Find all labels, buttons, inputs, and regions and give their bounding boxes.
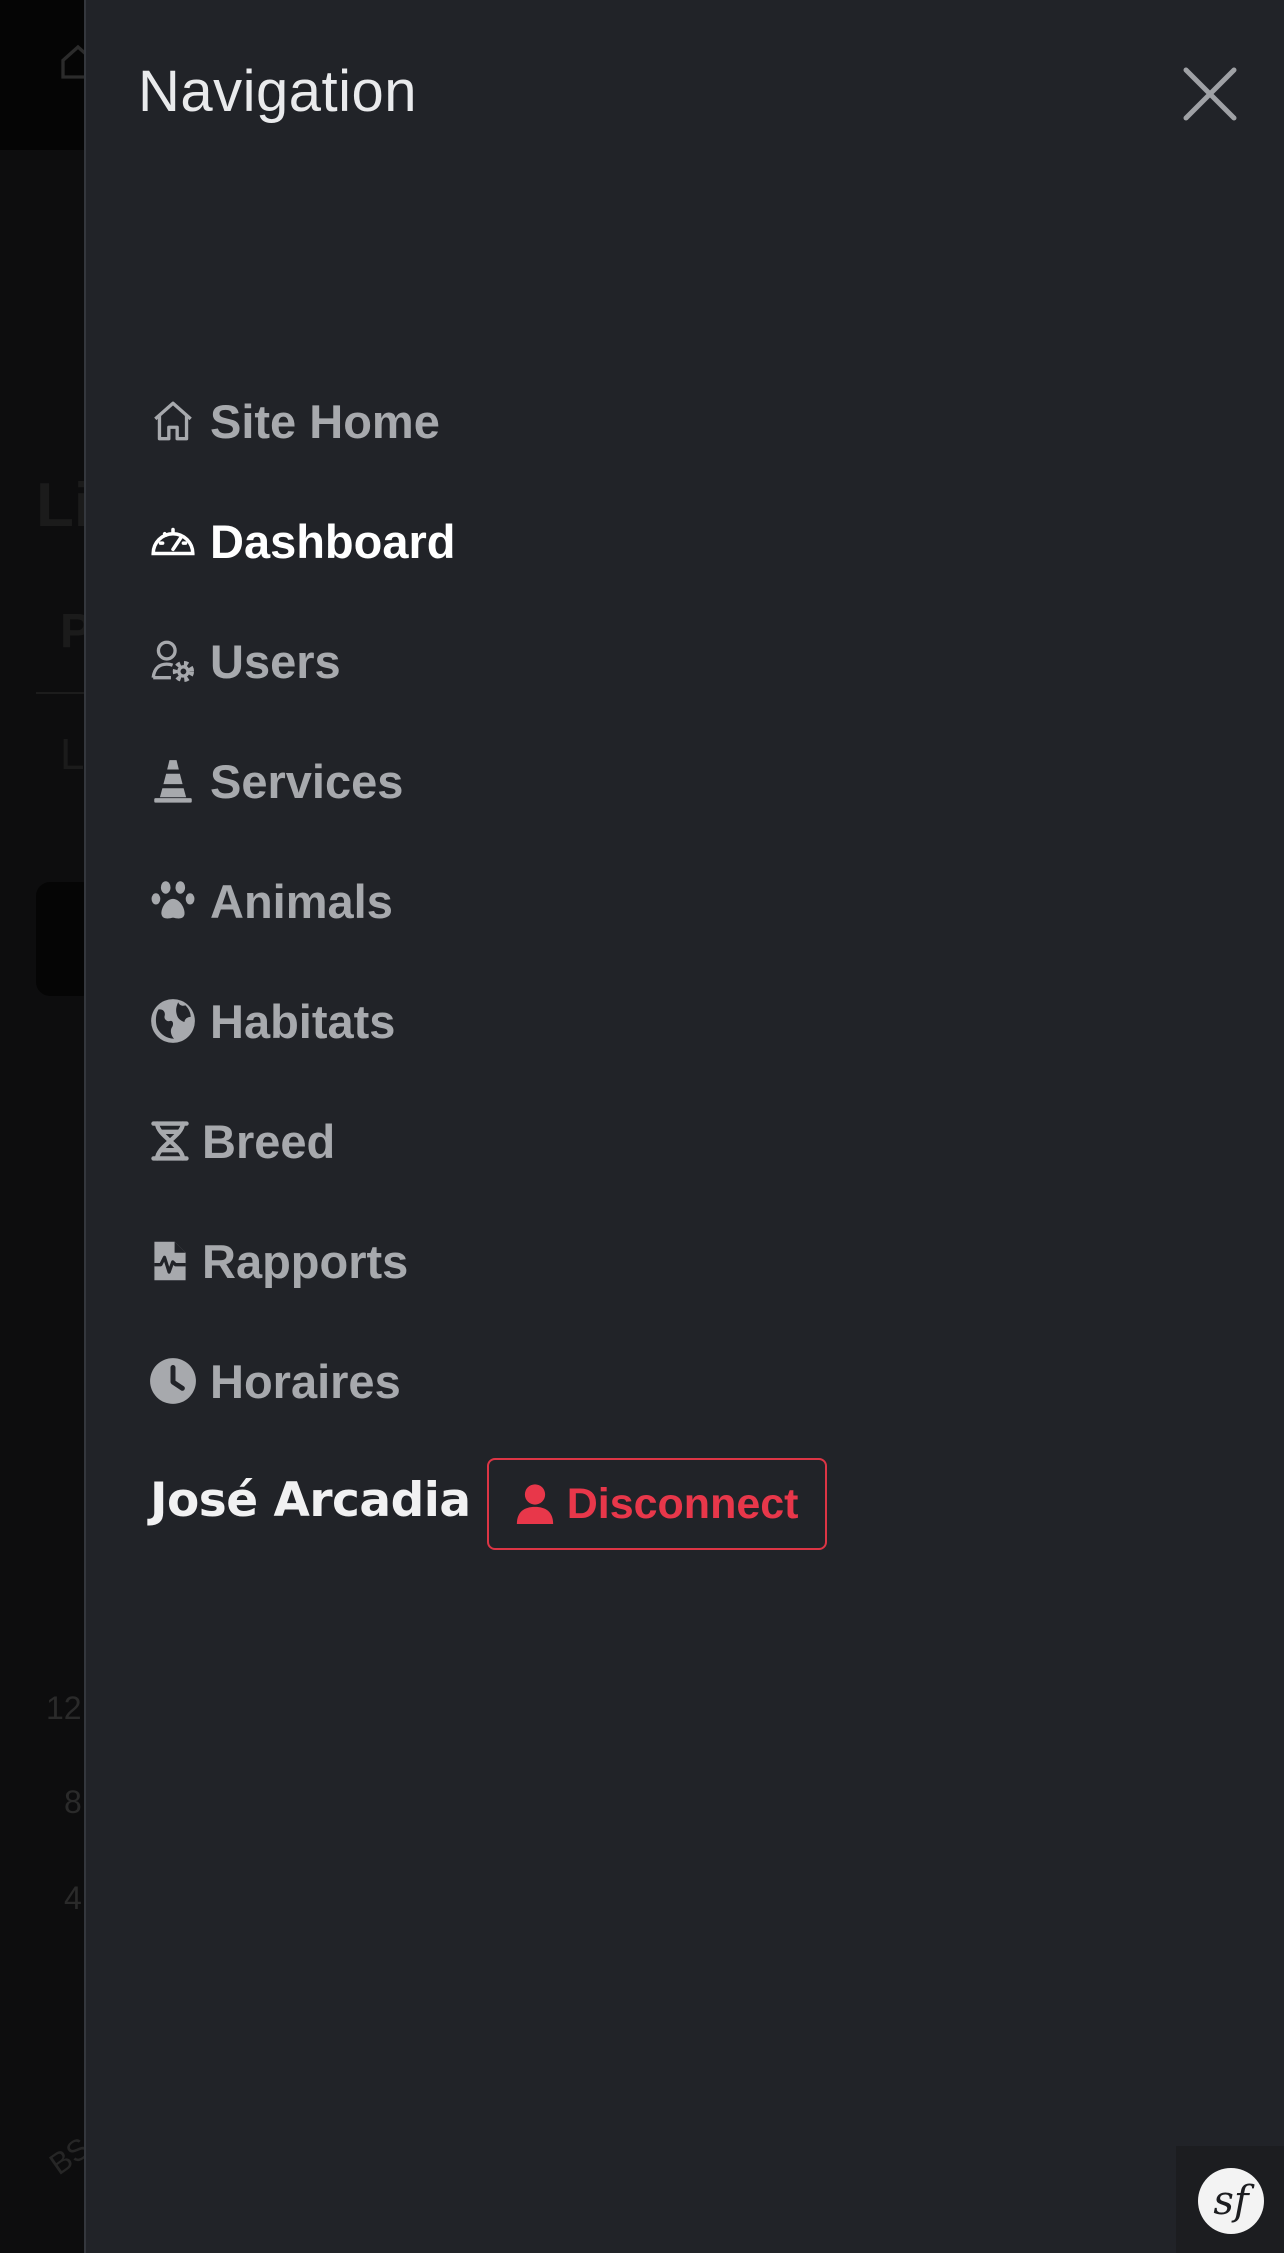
close-icon[interactable]	[1182, 66, 1238, 122]
speedometer-icon	[148, 516, 198, 566]
offcanvas-title: Navigation	[138, 59, 418, 124]
background-tick: 12	[46, 1690, 82, 1726]
nav-item-dashboard[interactable]: Dashboard	[148, 506, 456, 576]
user-row: José Arcadia Disconnect	[150, 1450, 827, 1550]
nav-item-habitats[interactable]: Habitats	[148, 986, 395, 1056]
nav-item-label: Dashboard	[210, 514, 456, 568]
nav-item-breed[interactable]: Breed	[148, 1106, 335, 1176]
background-tick: 4	[64, 1880, 82, 1916]
nav-item-site-home[interactable]: Site Home	[148, 386, 440, 456]
disconnect-button[interactable]: Disconnect	[486, 1458, 827, 1550]
nav-item-horaires[interactable]: Horaires	[148, 1346, 401, 1416]
background-subline: L	[60, 730, 85, 779]
nav-item-label: Services	[210, 754, 404, 808]
navigation-offcanvas: Navigation Site Home Dashboard Users Ser…	[84, 0, 1284, 2253]
nav-item-rapports[interactable]: Rapports	[148, 1226, 408, 1296]
globe-icon	[148, 996, 198, 1046]
person-gear-icon	[148, 636, 198, 686]
nav-item-label: Rapports	[202, 1234, 409, 1288]
paw-icon	[148, 876, 198, 926]
nav-item-label: Users	[210, 634, 341, 688]
symfony-label: sf	[1213, 2178, 1249, 2224]
dna-icon	[148, 1116, 192, 1166]
nav-item-label: Habitats	[210, 994, 396, 1048]
file-medical-icon	[148, 1236, 192, 1286]
background-heading: Li	[36, 471, 92, 540]
page: Li P L 12 8 4 BS Navigation Site Home Da…	[0, 0, 1284, 2253]
nav-item-animals[interactable]: Animals	[148, 866, 393, 936]
symfony-debug-toolbar-toggle[interactable]: sf	[1176, 2146, 1284, 2253]
nav-item-label: Animals	[210, 874, 393, 928]
house-icon	[148, 396, 198, 446]
symfony-icon: sf	[1198, 2168, 1264, 2234]
disconnect-label: Disconnect	[566, 1479, 799, 1528]
nav-item-label: Site Home	[210, 394, 440, 448]
person-icon	[516, 1484, 553, 1525]
nav-item-users[interactable]: Users	[148, 626, 341, 696]
clock-icon	[148, 1356, 198, 1406]
nav-item-label: Breed	[202, 1114, 336, 1168]
background-tick: 8	[64, 1784, 82, 1820]
nav-item-services[interactable]: Services	[148, 746, 403, 816]
user-name: José Arcadia	[150, 1472, 471, 1528]
nav-item-label: Horaires	[210, 1354, 401, 1408]
cone-icon	[148, 756, 198, 806]
